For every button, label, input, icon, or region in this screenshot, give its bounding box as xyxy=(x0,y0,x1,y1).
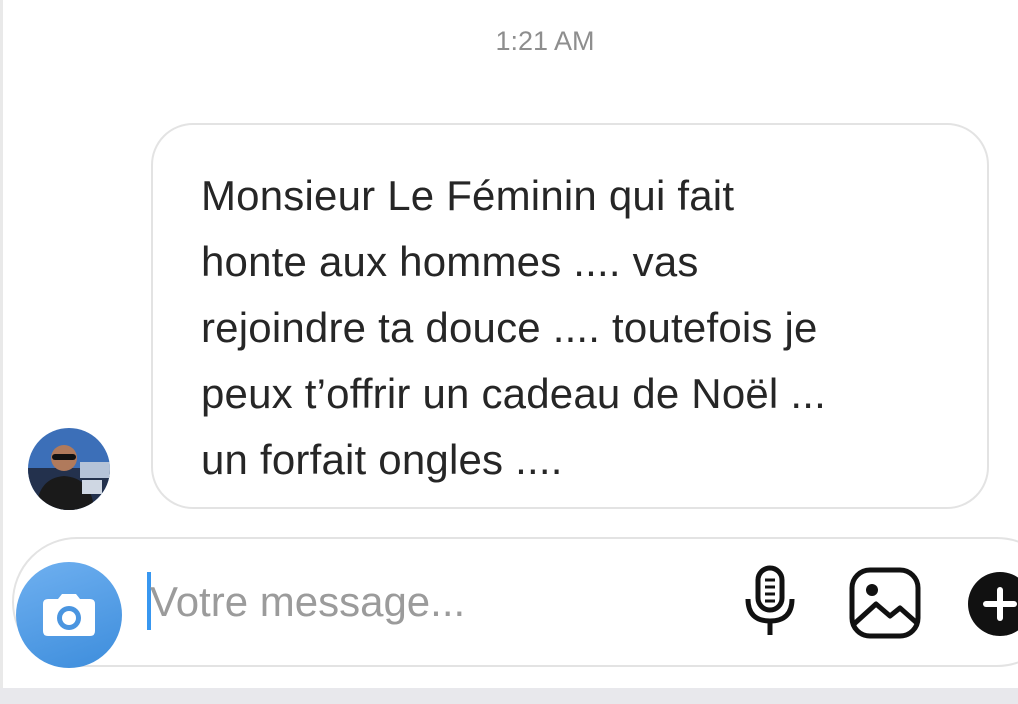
gallery-button[interactable] xyxy=(848,566,922,640)
plus-icon xyxy=(983,587,1017,621)
message-text: Monsieur Le Féminin qui fait honte aux h… xyxy=(201,172,826,483)
image-icon xyxy=(849,567,921,639)
microphone-icon xyxy=(745,565,795,635)
camera-button[interactable] xyxy=(16,562,122,668)
bottom-bar xyxy=(0,688,1018,704)
microphone-button[interactable] xyxy=(738,565,802,639)
camera-icon xyxy=(43,594,95,636)
plus-button[interactable] xyxy=(968,572,1018,636)
message-input[interactable] xyxy=(150,570,710,634)
sender-avatar[interactable] xyxy=(28,428,110,510)
window-edge xyxy=(0,0,3,704)
message-bubble[interactable]: Monsieur Le Féminin qui fait honte aux h… xyxy=(151,123,989,509)
message-timestamp: 1:21 AM xyxy=(495,26,595,56)
